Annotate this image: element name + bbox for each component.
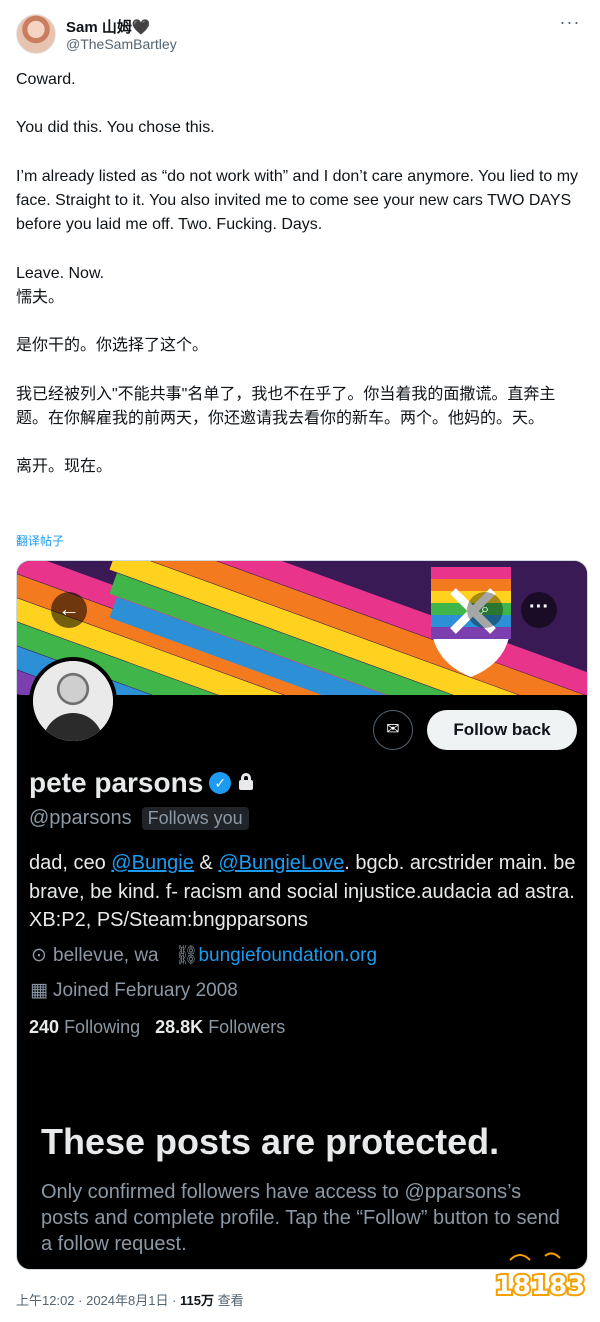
attached-image[interactable]: ← ⌕ ··· ✉ Follow back pete parsons ✓ @ppa… (16, 560, 588, 1270)
lock-icon (239, 773, 254, 790)
profile-avatar[interactable] (29, 657, 117, 745)
tweet-paragraph: Leave. Now. (16, 264, 105, 282)
author-name[interactable]: Sam 山姆🖤 (66, 16, 151, 37)
site-watermark-logo: 18183 (493, 1252, 587, 1303)
bio-text: dad, ceo (29, 852, 112, 874)
verified-badge-icon: ✓ (209, 772, 232, 794)
protected-description: Only confirmed followers have access to … (41, 1181, 560, 1255)
calendar-icon: ▦ (30, 980, 48, 1001)
more-options-icon[interactable]: ··· (521, 592, 557, 628)
profile-joined: Joined February 2008 (53, 980, 238, 1001)
view-label: 查看 (214, 1293, 244, 1308)
link-icon: ⛓ (174, 945, 199, 966)
tweet-paragraph: 是你干的。你选择了这个。 (16, 337, 209, 355)
follows-you-badge: Follows you (141, 807, 249, 830)
tweet-footer: 上午12:02 · 2024年8月1日 · 115万 查看 (16, 1290, 244, 1309)
translate-post-link[interactable]: 翻译帖子 (16, 532, 64, 549)
protected-title: These posts are protected. (41, 1121, 500, 1162)
mention-link[interactable]: @Bungie (111, 852, 194, 874)
followers-count: 28.8K (155, 1017, 204, 1037)
tweet-timestamp[interactable]: 上午12:02 · 2024年8月1日 · (16, 1293, 180, 1308)
following-label: Following (64, 1017, 141, 1037)
mention-link[interactable]: @BungieLove (218, 852, 344, 874)
tweet-paragraph: 我已经被列入"不能共事"名单了，我也不在乎了。你当着我的面撒谎。直奔主题。在你解… (16, 385, 556, 427)
profile-location-row: ⊙ bellevue, wa ⛓bungiefoundation.org (29, 943, 377, 967)
tweet-paragraph: 懦夫。 (16, 288, 65, 306)
profile-joined-row: ▦ Joined February 2008 (29, 979, 238, 1002)
tweet-text: Coward. You did this. You chose this. I’… (16, 68, 586, 479)
profile-handle-text: @pparsons (29, 807, 132, 829)
back-arrow-icon[interactable]: ← (51, 592, 87, 628)
following-count: 240 (29, 1017, 60, 1037)
message-icon[interactable]: ✉ (373, 710, 413, 750)
followers-label: Followers (208, 1017, 286, 1037)
profile-stats: 240 Following 28.8K Followers (29, 1017, 285, 1038)
followers-link[interactable]: 28.8K Followers (155, 1017, 285, 1037)
tweet-paragraph: Coward. (16, 71, 76, 88)
tweet-paragraph: 离开。现在。 (16, 458, 113, 476)
watermark-text: 18183 (495, 1271, 585, 1301)
profile-name: pete parsons ✓ (29, 767, 254, 799)
following-link[interactable]: 240 Following (29, 1017, 140, 1037)
author-handle[interactable]: @TheSamBartley (66, 36, 177, 52)
profile-website-link[interactable]: bungiefoundation.org (198, 945, 377, 966)
location-pin-icon: ⊙ (31, 945, 47, 966)
more-options-icon[interactable]: ··· (558, 13, 582, 34)
bio-text: & (193, 852, 219, 874)
profile-name-text: pete parsons (29, 767, 204, 798)
view-count: 115万 (180, 1293, 215, 1308)
author-avatar[interactable] (16, 14, 56, 54)
profile-location: bellevue, wa (53, 945, 159, 966)
profile-bio: dad, ceo @Bungie & @BungieLove. bgcb. ar… (29, 849, 581, 935)
tweet-paragraph: You did this. You chose this. (16, 119, 215, 137)
profile-handle: @pparsons Follows you (29, 807, 249, 830)
search-icon[interactable]: ⌕ (467, 592, 503, 628)
tweet-paragraph: I’m already listed as “do not work with”… (16, 167, 583, 234)
follow-back-button[interactable]: Follow back (427, 710, 577, 750)
tweet-author: Sam 山姆🖤 @TheSamBartley ··· (16, 13, 584, 58)
